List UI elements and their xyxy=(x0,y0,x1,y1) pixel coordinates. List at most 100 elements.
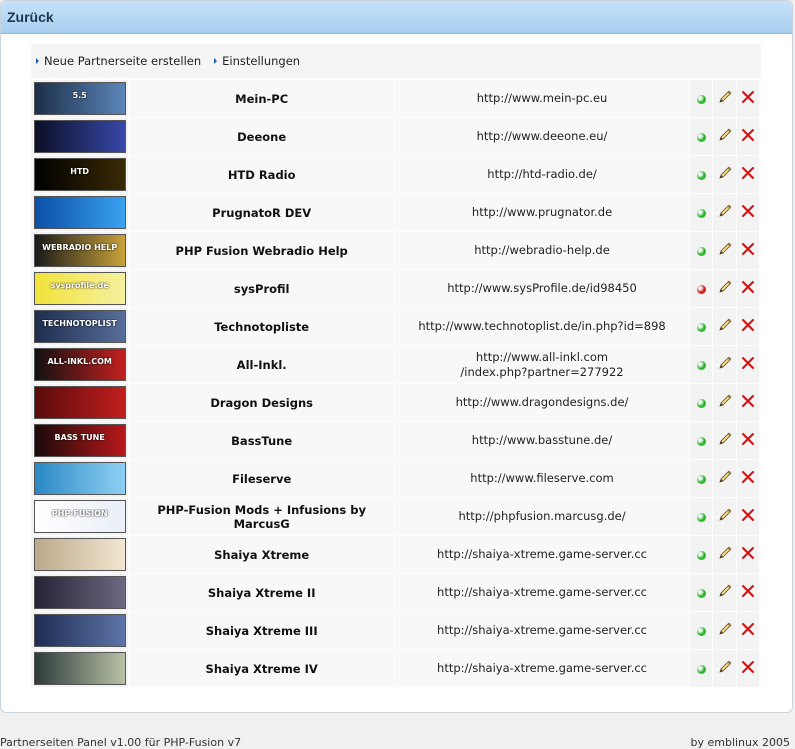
status-dot-icon[interactable] xyxy=(696,208,706,218)
delete-x-icon[interactable] xyxy=(741,508,755,525)
partner-row: TECHNOTOPLIST Technotopliste http://www.te… xyxy=(31,308,759,345)
status-dot-icon[interactable] xyxy=(696,246,706,256)
partner-banner-image[interactable]: 5.5 xyxy=(33,82,126,115)
status-dot-icon[interactable] xyxy=(696,284,706,294)
partner-url[interactable]: http://www.deeone.eu/ xyxy=(395,118,690,155)
partner-banner-image[interactable]: BASS TUNE xyxy=(33,424,126,457)
delete-x-icon[interactable] xyxy=(741,432,755,449)
status-cell xyxy=(690,80,713,117)
delete-x-icon[interactable] xyxy=(741,90,755,107)
status-dot-icon[interactable] xyxy=(696,474,706,484)
partner-url[interactable]: http://htd-radio.de/ xyxy=(395,156,690,193)
partner-logo-cell: PHP-FUSION xyxy=(31,498,129,535)
arrow-icon xyxy=(36,58,39,64)
partner-url[interactable]: http://www.technotoplist.de/in.php?id=89… xyxy=(395,308,690,345)
delete-x-icon[interactable] xyxy=(741,166,755,183)
back-header-link[interactable]: Zurück xyxy=(1,1,792,34)
status-dot-icon[interactable] xyxy=(696,132,706,142)
status-dot-icon[interactable] xyxy=(696,436,706,446)
partner-banner-image[interactable] xyxy=(33,652,126,685)
edit-cell xyxy=(713,308,736,345)
partner-url[interactable]: http://www.sysProfile.de/id98450 xyxy=(395,270,690,307)
partner-banner-image[interactable]: PHP-FUSION xyxy=(33,500,126,533)
status-dot-icon[interactable] xyxy=(696,170,706,180)
pencil-icon[interactable] xyxy=(717,583,733,602)
delete-cell xyxy=(736,384,759,421)
status-dot-icon[interactable] xyxy=(696,588,706,598)
partner-url[interactable]: http://shaiya-xtreme.game-server.cc xyxy=(395,650,690,687)
delete-x-icon[interactable] xyxy=(741,584,755,601)
delete-x-icon[interactable] xyxy=(741,622,755,639)
partner-banner-image[interactable] xyxy=(33,120,126,153)
delete-x-icon[interactable] xyxy=(741,356,755,373)
partner-url[interactable]: http://phpfusion.marcusg.de/ xyxy=(395,498,690,535)
partner-url[interactable]: http://shaiya-xtreme.game-server.cc xyxy=(395,574,690,611)
partner-banner-image[interactable]: WEBRADIO HELP xyxy=(33,234,126,267)
partner-banner-image[interactable]: TECHNOTOPLIST xyxy=(33,310,126,343)
partner-row: PrugnatoR DEV http://www.prugnator.de xyxy=(31,194,759,231)
partner-banner-image[interactable] xyxy=(33,196,126,229)
partner-banner-image[interactable]: ALL-INKL.COM xyxy=(33,348,126,381)
arrow-icon xyxy=(214,58,218,64)
delete-cell xyxy=(736,232,759,269)
partner-url[interactable]: http://shaiya-xtreme.game-server.cc xyxy=(395,536,690,573)
pencil-icon[interactable] xyxy=(717,393,733,412)
partner-url[interactable]: http://www.dragondesigns.de/ xyxy=(395,384,690,421)
status-dot-icon[interactable] xyxy=(696,398,706,408)
pencil-icon[interactable] xyxy=(717,545,733,564)
pencil-icon[interactable] xyxy=(717,279,733,298)
status-dot-icon[interactable] xyxy=(696,550,706,560)
delete-x-icon[interactable] xyxy=(741,204,755,221)
pencil-icon[interactable] xyxy=(717,469,733,488)
status-dot-icon[interactable] xyxy=(696,664,706,674)
partner-url[interactable]: http://www.basstune.de/ xyxy=(395,422,690,459)
pencil-icon[interactable] xyxy=(717,241,733,260)
partner-banner-image[interactable] xyxy=(33,614,126,647)
delete-x-icon[interactable] xyxy=(741,394,755,411)
delete-x-icon[interactable] xyxy=(741,128,755,145)
status-dot-icon[interactable] xyxy=(696,360,706,370)
pencil-icon[interactable] xyxy=(717,355,733,374)
pencil-icon[interactable] xyxy=(717,127,733,146)
pencil-icon[interactable] xyxy=(717,165,733,184)
delete-x-icon[interactable] xyxy=(741,660,755,677)
partner-url[interactable]: http://www.prugnator.de xyxy=(395,194,690,231)
status-dot-icon[interactable] xyxy=(696,626,706,636)
delete-x-icon[interactable] xyxy=(741,546,755,563)
partner-banner-image[interactable] xyxy=(33,462,126,495)
partner-banner-image[interactable]: sysprofile.de xyxy=(33,272,126,305)
pencil-icon[interactable] xyxy=(717,203,733,222)
partner-name: Dragon Designs xyxy=(129,384,394,421)
partner-url[interactable]: http://shaiya-xtreme.game-server.cc xyxy=(395,612,690,649)
partner-banner-text: 5.5 xyxy=(72,91,87,100)
status-dot-icon[interactable] xyxy=(696,512,706,522)
delete-cell xyxy=(736,80,759,117)
delete-x-icon[interactable] xyxy=(741,280,755,297)
partner-url[interactable]: http://www.fileserve.com xyxy=(395,460,690,497)
pencil-icon[interactable] xyxy=(717,431,733,450)
status-dot-icon[interactable] xyxy=(696,322,706,332)
pencil-icon[interactable] xyxy=(717,621,733,640)
status-dot-icon[interactable] xyxy=(696,94,706,104)
partner-banner-text: sysprofile.de xyxy=(50,281,109,290)
partner-url[interactable]: http://www.all-inkl.com /index.php?partn… xyxy=(395,346,690,383)
delete-cell xyxy=(736,536,759,573)
edit-cell xyxy=(713,384,736,421)
partner-banner-image[interactable]: HTD xyxy=(33,158,126,191)
partner-banner-image[interactable] xyxy=(33,576,126,609)
delete-x-icon[interactable] xyxy=(741,470,755,487)
partner-banner-image[interactable] xyxy=(33,538,126,571)
settings-link[interactable]: Einstellungen xyxy=(214,54,300,68)
pencil-icon[interactable] xyxy=(717,507,733,526)
pencil-icon[interactable] xyxy=(717,659,733,678)
partner-banner-image[interactable] xyxy=(33,386,126,419)
create-partner-link[interactable]: Neue Partnerseite erstellen xyxy=(36,54,201,68)
partner-url[interactable]: http://www.mein-pc.eu xyxy=(395,80,690,117)
delete-x-icon[interactable] xyxy=(741,242,755,259)
partner-row: Fileserve http://www.fileserve.com xyxy=(31,460,759,497)
delete-x-icon[interactable] xyxy=(741,318,755,335)
pencil-icon[interactable] xyxy=(717,89,733,108)
partner-url[interactable]: http://webradio-help.de xyxy=(395,232,690,269)
partner-name: Fileserve xyxy=(129,460,394,497)
pencil-icon[interactable] xyxy=(717,317,733,336)
